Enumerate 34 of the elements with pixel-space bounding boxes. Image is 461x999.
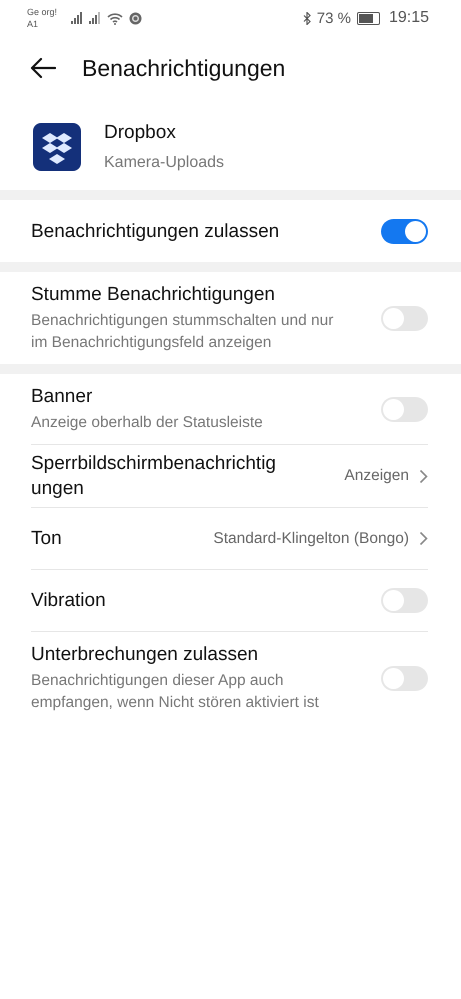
toggle-switch[interactable] <box>381 306 428 330</box>
setting-value[interactable]: Standard-Klingelton (Bongo) <box>213 530 409 548</box>
box-logo-icon <box>33 123 81 171</box>
chevron-right-icon <box>419 468 428 484</box>
setting-description: Anzeige oberhalb der Statusleiste <box>31 413 264 433</box>
battery-percentage: 73 % <box>316 10 351 26</box>
toggle-switch[interactable] <box>381 396 428 422</box>
setting-description: Benachrichtigungen dieser App auch empfangen, wenn Nicht stören aktiviert ist <box>31 671 320 713</box>
setting-label: Unterbrechungen zulassen <box>31 643 260 667</box>
back-arrow-icon <box>30 57 56 79</box>
clock: 19:15 <box>388 9 429 27</box>
signal-icon <box>89 12 102 24</box>
setting-label: Benachrichtigungen zulassen <box>31 220 280 244</box>
app-name: Dropbox <box>104 121 177 145</box>
bluetooth-icon <box>302 12 311 24</box>
carrier-label: A1 <box>27 18 40 30</box>
toggle-switch[interactable] <box>381 588 428 613</box>
chevron-right-icon <box>419 531 428 546</box>
carrier-label: Ge org! <box>27 6 58 18</box>
setting-label: Vibration <box>31 589 107 613</box>
setting-label: Stumme Benachrichtigungen <box>31 283 276 307</box>
back-button[interactable] <box>30 57 56 79</box>
circle-icon <box>129 12 142 24</box>
page-title: Benachrichtigungen <box>82 54 286 82</box>
wifi-icon <box>107 12 124 24</box>
setting-value[interactable]: Anzeigen <box>344 467 409 485</box>
battery-icon <box>356 12 380 24</box>
signal-icon <box>71 12 84 24</box>
setting-description: Benachrichtigungen stummschalten und nur im Benachrichtigungsfeld anzeigen <box>31 311 334 353</box>
channel-name: Kamera-Uploads <box>104 153 224 173</box>
setting-label: Banner <box>31 385 94 409</box>
toggle-switch[interactable] <box>381 218 428 244</box>
setting-label: Sperrbildschirmbenachrichtigungen <box>31 452 276 501</box>
toggle-switch[interactable] <box>381 666 428 690</box>
